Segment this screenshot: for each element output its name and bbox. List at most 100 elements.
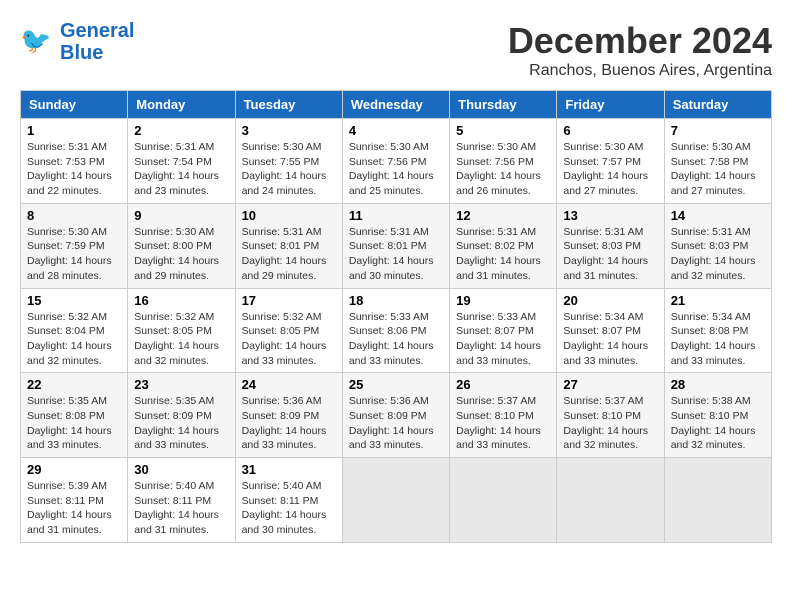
day-info: Sunrise: 5:40 AMSunset: 8:11 PMDaylight:… — [134, 479, 228, 538]
day-info: Sunrise: 5:31 AMSunset: 7:53 PMDaylight:… — [27, 140, 121, 199]
col-header-saturday: Saturday — [664, 91, 771, 119]
day-number: 31 — [242, 462, 336, 477]
day-info: Sunrise: 5:31 AMSunset: 8:01 PMDaylight:… — [242, 225, 336, 284]
day-info: Sunrise: 5:32 AMSunset: 8:04 PMDaylight:… — [27, 310, 121, 369]
calendar-cell: 12 Sunrise: 5:31 AMSunset: 8:02 PMDayligh… — [450, 203, 557, 288]
day-number: 24 — [242, 377, 336, 392]
calendar-cell: 28 Sunrise: 5:38 AMSunset: 8:10 PMDayligh… — [664, 373, 771, 458]
day-number: 5 — [456, 123, 550, 138]
day-number: 11 — [349, 208, 443, 223]
day-info: Sunrise: 5:31 AMSunset: 7:54 PMDaylight:… — [134, 140, 228, 199]
col-header-friday: Friday — [557, 91, 664, 119]
title-area: December 2024 Ranchos, Buenos Aires, Arg… — [508, 20, 772, 80]
day-number: 27 — [563, 377, 657, 392]
day-info: Sunrise: 5:30 AMSunset: 7:58 PMDaylight:… — [671, 140, 765, 199]
calendar-cell: 17 Sunrise: 5:32 AMSunset: 8:05 PMDayligh… — [235, 288, 342, 373]
day-info: Sunrise: 5:30 AMSunset: 7:55 PMDaylight:… — [242, 140, 336, 199]
calendar-cell: 25 Sunrise: 5:36 AMSunset: 8:09 PMDayligh… — [342, 373, 449, 458]
calendar-cell: 9Sunrise: 5:30 AMSunset: 8:00 PMDaylight… — [128, 203, 235, 288]
svg-text:🐦: 🐦 — [20, 27, 51, 55]
logo: 🐦 General Blue — [20, 20, 134, 64]
day-info: Sunrise: 5:37 AMSunset: 8:10 PMDaylight:… — [456, 394, 550, 453]
day-number: 13 — [563, 208, 657, 223]
calendar-cell: 30 Sunrise: 5:40 AMSunset: 8:11 PMDayligh… — [128, 458, 235, 543]
day-info: Sunrise: 5:32 AMSunset: 8:05 PMDaylight:… — [134, 310, 228, 369]
col-header-monday: Monday — [128, 91, 235, 119]
calendar-cell: 13 Sunrise: 5:31 AMSunset: 8:03 PMDayligh… — [557, 203, 664, 288]
day-info: Sunrise: 5:35 AMSunset: 8:09 PMDaylight:… — [134, 394, 228, 453]
day-number: 6 — [563, 123, 657, 138]
day-number: 1 — [27, 123, 121, 138]
calendar-cell: 20 Sunrise: 5:34 AMSunset: 8:07 PMDayligh… — [557, 288, 664, 373]
day-number: 29 — [27, 462, 121, 477]
calendar-cell: 27Sunrise: 5:37 AMSunset: 8:10 PMDayligh… — [557, 373, 664, 458]
day-number: 4 — [349, 123, 443, 138]
logo-text-blue: Blue — [60, 42, 134, 64]
day-info: Sunrise: 5:30 AMSunset: 7:59 PMDaylight:… — [27, 225, 121, 284]
day-number: 30 — [134, 462, 228, 477]
day-number: 28 — [671, 377, 765, 392]
day-info: Sunrise: 5:30 AMSunset: 7:56 PMDaylight:… — [456, 140, 550, 199]
day-number: 14 — [671, 208, 765, 223]
day-number: 3 — [242, 123, 336, 138]
day-number: 12 — [456, 208, 550, 223]
day-info: Sunrise: 5:30 AMSunset: 7:56 PMDaylight:… — [349, 140, 443, 199]
day-info: Sunrise: 5:31 AMSunset: 8:03 PMDaylight:… — [563, 225, 657, 284]
logo-icon: 🐦 — [20, 24, 56, 60]
day-number: 8 — [27, 208, 121, 223]
calendar-cell: 1 Sunrise: 5:31 AMSunset: 7:53 PMDaylight… — [21, 119, 128, 204]
day-info: Sunrise: 5:32 AMSunset: 8:05 PMDaylight:… — [242, 310, 336, 369]
col-header-tuesday: Tuesday — [235, 91, 342, 119]
day-number: 10 — [242, 208, 336, 223]
calendar-cell — [557, 458, 664, 543]
day-number: 16 — [134, 293, 228, 308]
calendar-week-row: 29Sunrise: 5:39 AMSunset: 8:11 PMDayligh… — [21, 458, 772, 543]
calendar-cell — [450, 458, 557, 543]
calendar-cell: 31 Sunrise: 5:40 AMSunset: 8:11 PMDayligh… — [235, 458, 342, 543]
calendar-cell: 29Sunrise: 5:39 AMSunset: 8:11 PMDayligh… — [21, 458, 128, 543]
day-info: Sunrise: 5:31 AMSunset: 8:02 PMDaylight:… — [456, 225, 550, 284]
day-number: 7 — [671, 123, 765, 138]
calendar-cell: 18Sunrise: 5:33 AMSunset: 8:06 PMDayligh… — [342, 288, 449, 373]
col-header-sunday: Sunday — [21, 91, 128, 119]
calendar-cell — [664, 458, 771, 543]
day-info: Sunrise: 5:31 AMSunset: 8:01 PMDaylight:… — [349, 225, 443, 284]
day-info: Sunrise: 5:33 AMSunset: 8:07 PMDaylight:… — [456, 310, 550, 369]
day-number: 23 — [134, 377, 228, 392]
day-number: 19 — [456, 293, 550, 308]
calendar-week-row: 22Sunrise: 5:35 AMSunset: 8:08 PMDayligh… — [21, 373, 772, 458]
calendar-header-row: SundayMondayTuesdayWednesdayThursdayFrid… — [21, 91, 772, 119]
logo-text-general: General — [60, 20, 134, 42]
calendar-cell: 5 Sunrise: 5:30 AMSunset: 7:56 PMDaylight… — [450, 119, 557, 204]
calendar-cell: 10 Sunrise: 5:31 AMSunset: 8:01 PMDayligh… — [235, 203, 342, 288]
calendar-cell: 24Sunrise: 5:36 AMSunset: 8:09 PMDayligh… — [235, 373, 342, 458]
calendar-cell: 8 Sunrise: 5:30 AMSunset: 7:59 PMDaylight… — [21, 203, 128, 288]
calendar-cell: 11 Sunrise: 5:31 AMSunset: 8:01 PMDayligh… — [342, 203, 449, 288]
day-info: Sunrise: 5:30 AMSunset: 8:00 PMDaylight:… — [134, 225, 228, 284]
day-info: Sunrise: 5:31 AMSunset: 8:03 PMDaylight:… — [671, 225, 765, 284]
day-info: Sunrise: 5:34 AMSunset: 8:08 PMDaylight:… — [671, 310, 765, 369]
page-header: 🐦 General Blue December 2024 Ranchos, Bu… — [20, 20, 772, 80]
calendar-cell: 2 Sunrise: 5:31 AMSunset: 7:54 PMDaylight… — [128, 119, 235, 204]
day-info: Sunrise: 5:30 AMSunset: 7:57 PMDaylight:… — [563, 140, 657, 199]
day-number: 20 — [563, 293, 657, 308]
day-info: Sunrise: 5:36 AMSunset: 8:09 PMDaylight:… — [349, 394, 443, 453]
day-info: Sunrise: 5:38 AMSunset: 8:10 PMDaylight:… — [671, 394, 765, 453]
calendar-cell: 14 Sunrise: 5:31 AMSunset: 8:03 PMDayligh… — [664, 203, 771, 288]
day-info: Sunrise: 5:34 AMSunset: 8:07 PMDaylight:… — [563, 310, 657, 369]
calendar-cell: 7 Sunrise: 5:30 AMSunset: 7:58 PMDaylight… — [664, 119, 771, 204]
calendar-cell: 6 Sunrise: 5:30 AMSunset: 7:57 PMDaylight… — [557, 119, 664, 204]
month-title: December 2024 — [508, 20, 772, 62]
calendar-week-row: 15Sunrise: 5:32 AMSunset: 8:04 PMDayligh… — [21, 288, 772, 373]
day-number: 18 — [349, 293, 443, 308]
calendar-cell: 26 Sunrise: 5:37 AMSunset: 8:10 PMDayligh… — [450, 373, 557, 458]
location-title: Ranchos, Buenos Aires, Argentina — [508, 62, 772, 80]
day-number: 26 — [456, 377, 550, 392]
day-number: 17 — [242, 293, 336, 308]
day-number: 25 — [349, 377, 443, 392]
day-info: Sunrise: 5:40 AMSunset: 8:11 PMDaylight:… — [242, 479, 336, 538]
calendar-cell: 22Sunrise: 5:35 AMSunset: 8:08 PMDayligh… — [21, 373, 128, 458]
day-number: 2 — [134, 123, 228, 138]
day-number: 21 — [671, 293, 765, 308]
calendar-cell: 21 Sunrise: 5:34 AMSunset: 8:08 PMDayligh… — [664, 288, 771, 373]
